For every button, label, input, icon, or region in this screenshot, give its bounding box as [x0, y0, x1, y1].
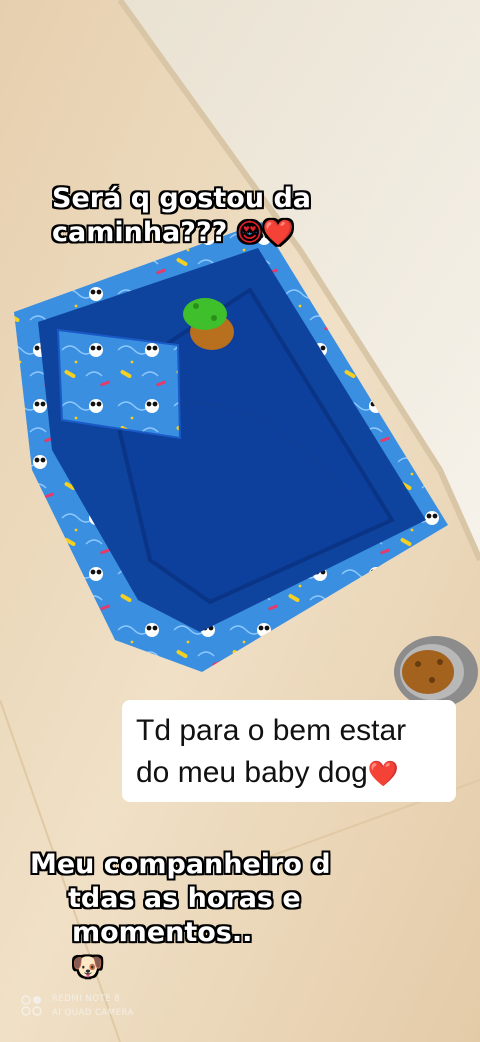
caption-box: Td para o bem estar do meu baby dog❤️ [122, 700, 456, 802]
caption-bottom-line3-text: momentos.. [72, 917, 253, 948]
caption-bottom: Meu companheiro d tdas as horas e moment… [30, 848, 370, 984]
dog-face-icon: 🐶 [72, 952, 104, 981]
food-bowl [394, 636, 478, 708]
caption-bottom-line3: momentos.. 🐶 [30, 916, 370, 984]
quad-camera-icon [21, 995, 42, 1016]
caption-box-line2: do meu baby dog [136, 756, 368, 789]
watermark-line1: REDMI NOTE 8 [52, 994, 121, 1004]
watermark-line2: AI QUAD CAMERA [52, 1008, 134, 1018]
caption-top: Será q gostou da caminha??? 😍❤️ [52, 182, 372, 250]
heart-eyes-icon: 😍❤️ [236, 218, 294, 247]
caption-bottom-line2: tdas as horas e [68, 883, 301, 914]
caption-bottom-line1: Meu companheiro d [30, 849, 331, 880]
caption-top-line2: caminha??? [52, 217, 228, 248]
caption-top-line1: Será q gostou da [52, 183, 311, 214]
caption-box-line1: Td para o bem estar [136, 714, 407, 747]
heart-icon: ❤️ [367, 760, 399, 788]
